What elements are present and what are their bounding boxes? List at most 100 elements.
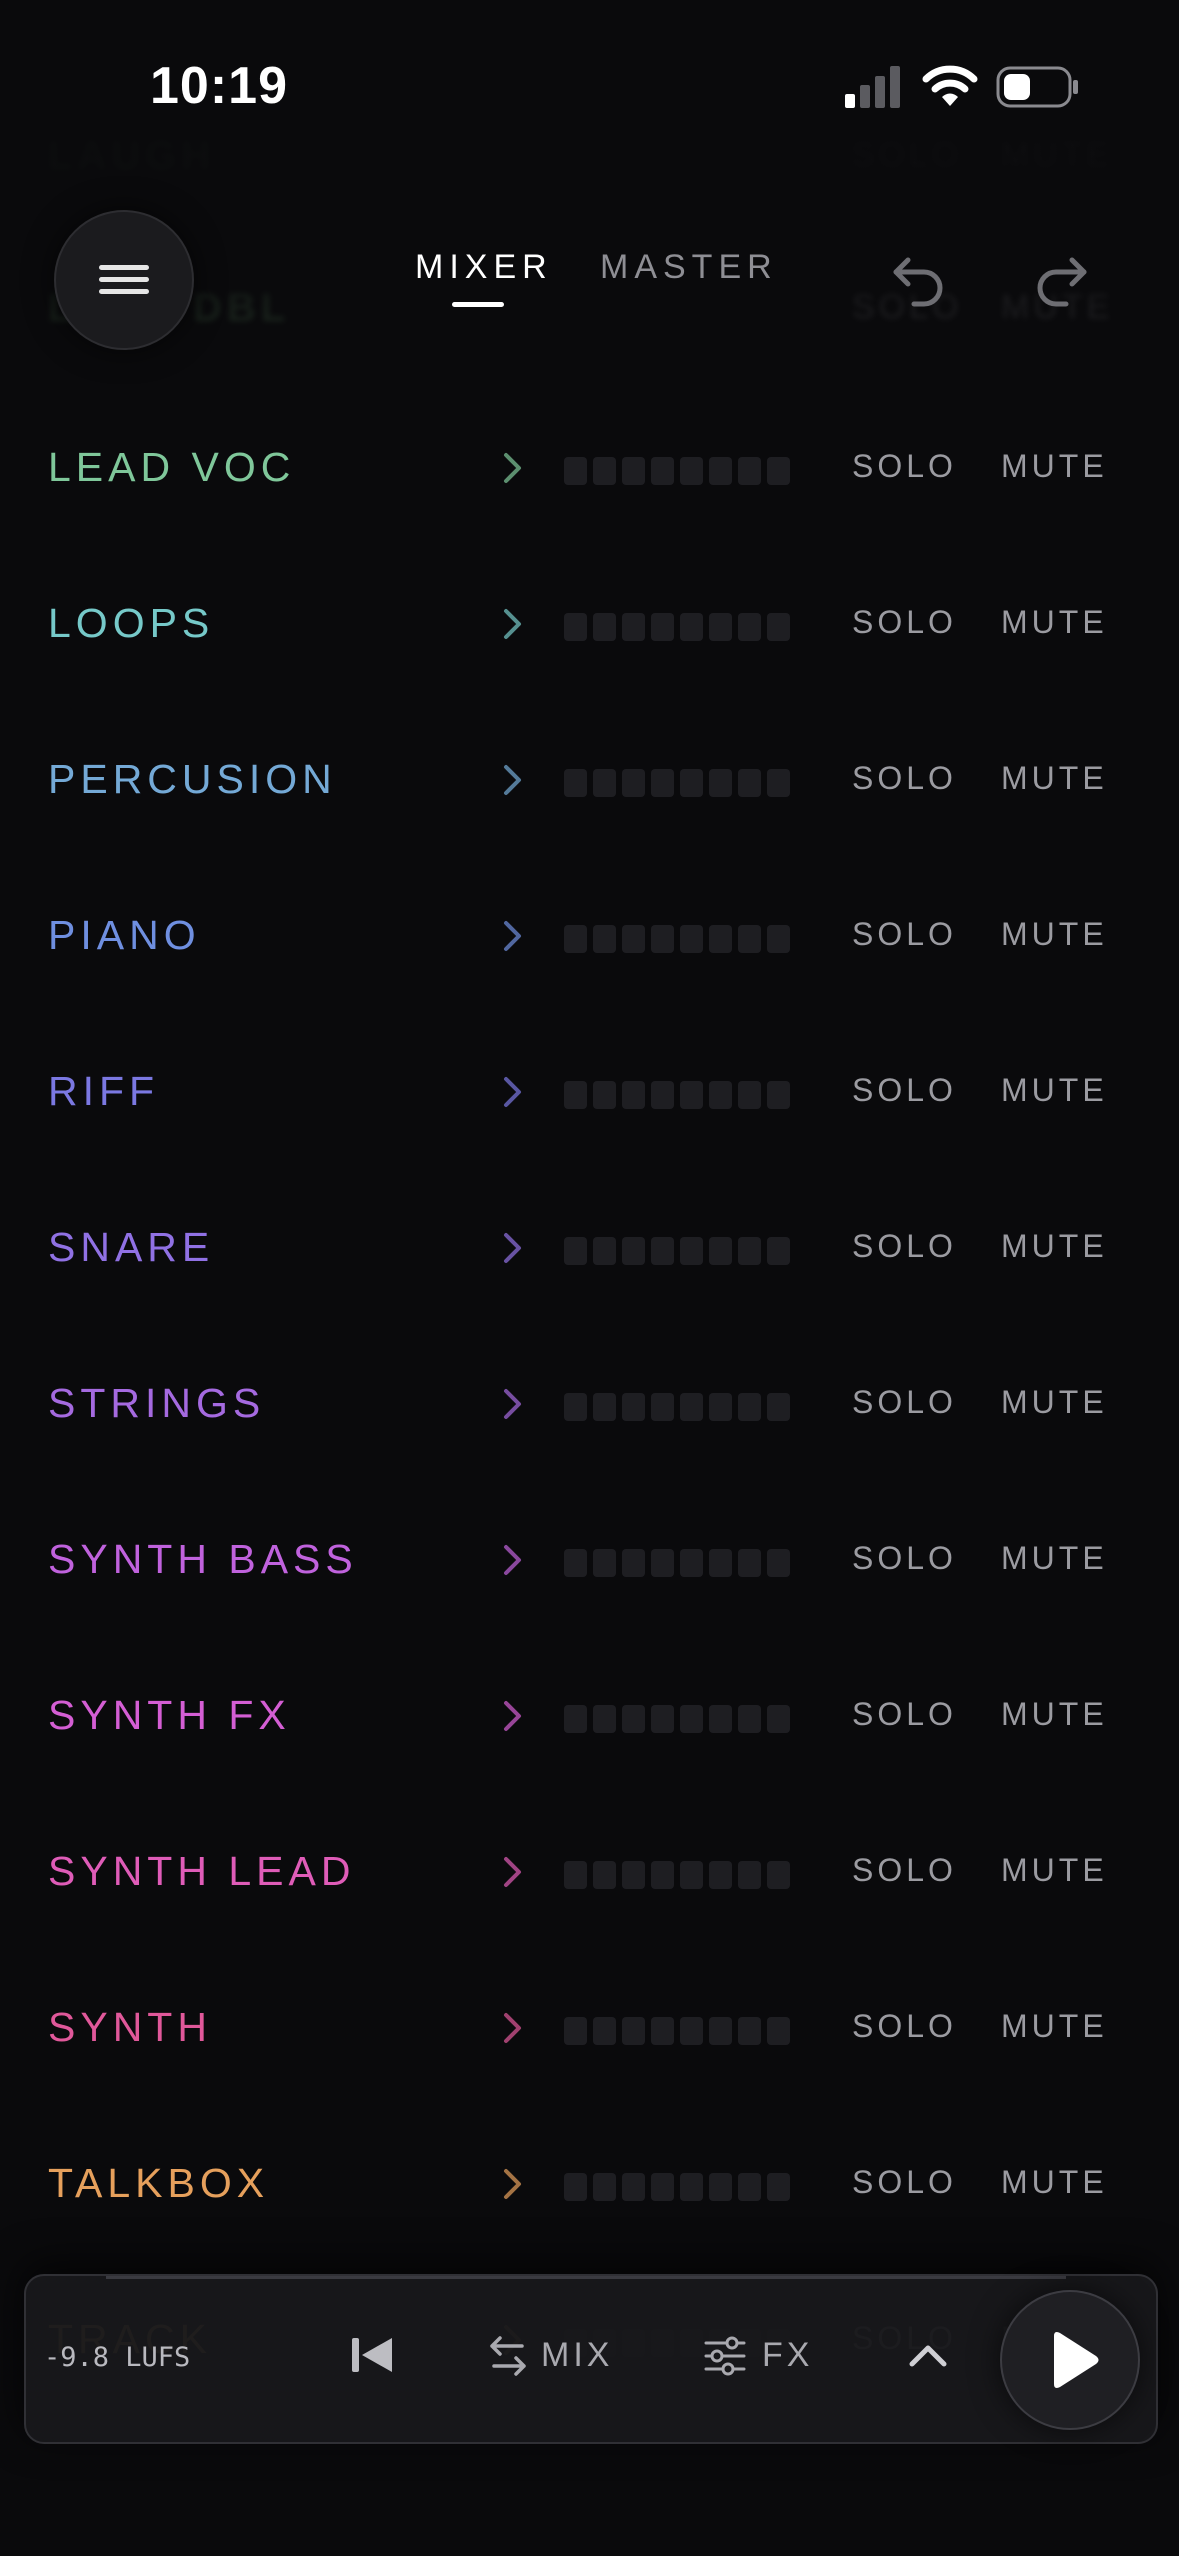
chevron-right-icon[interactable] — [500, 762, 526, 798]
mute-button[interactable]: MUTE — [1001, 1696, 1108, 1733]
chevron-right-icon[interactable] — [500, 450, 526, 486]
meter-segment — [738, 1549, 761, 1577]
meter-segment — [767, 2173, 790, 2201]
meter-segment — [738, 1081, 761, 1109]
track-name[interactable]: SYNTH — [48, 2004, 212, 2051]
menu-button[interactable] — [54, 210, 194, 350]
track-row[interactable]: STRINGS SOLO MUTE — [0, 1326, 1179, 1482]
meter-segment — [767, 1081, 790, 1109]
solo-button[interactable]: SOLO — [852, 1228, 957, 1265]
meter-segment — [651, 2173, 674, 2201]
meter-segment — [651, 769, 674, 797]
track-name[interactable]: PIANO — [48, 912, 201, 959]
track-name[interactable]: TALKBOX — [48, 2160, 269, 2207]
track-row[interactable]: SYNTH SOLO MUTE — [0, 1950, 1179, 2106]
solo-button[interactable]: SOLO — [852, 1072, 957, 1109]
mute-button[interactable]: MUTE — [1001, 760, 1108, 797]
solo-button[interactable]: SOLO — [852, 604, 957, 641]
sliders-icon — [704, 2336, 746, 2376]
mute-button[interactable]: MUTE — [1001, 448, 1108, 485]
meter-segment — [767, 1705, 790, 1733]
mix-button[interactable] — [486, 2334, 530, 2383]
level-meter — [564, 613, 790, 641]
mute-button[interactable]: MUTE — [1001, 604, 1108, 641]
chevron-right-icon[interactable] — [500, 918, 526, 954]
mute-button[interactable]: MUTE — [1001, 1228, 1108, 1265]
track-name[interactable]: SYNTH FX — [48, 1692, 291, 1739]
playhead-track[interactable] — [106, 2276, 1066, 2279]
skip-back-button[interactable] — [348, 2330, 398, 2385]
solo-button[interactable]: SOLO — [852, 2164, 957, 2201]
track-row[interactable]: SYNTH BASS SOLO MUTE — [0, 1482, 1179, 1638]
expand-button[interactable] — [908, 2338, 948, 2379]
meter-segment — [680, 1393, 703, 1421]
track-name[interactable]: PERCUSION — [48, 756, 337, 803]
chevron-right-icon[interactable] — [500, 606, 526, 642]
meter-segment — [622, 925, 645, 953]
solo-button[interactable]: SOLO — [852, 2008, 957, 2045]
meter-segment — [709, 1549, 732, 1577]
track-row[interactable]: SYNTH FX SOLO MUTE — [0, 1638, 1179, 1794]
solo-button[interactable]: SOLO — [852, 1384, 957, 1421]
track-name[interactable]: STRINGS — [48, 1380, 265, 1427]
solo-button[interactable]: SOLO — [852, 448, 957, 485]
chevron-right-icon[interactable] — [500, 2010, 526, 2046]
meter-segment — [651, 2017, 674, 2045]
mute-button[interactable]: MUTE — [1001, 1072, 1108, 1109]
chevron-right-icon[interactable] — [500, 2166, 526, 2202]
track-name[interactable]: LEAD VOC — [48, 444, 295, 491]
track-name[interactable]: SYNTH BASS — [48, 1536, 358, 1583]
track-row[interactable]: SNARE SOLO MUTE — [0, 1170, 1179, 1326]
chevron-right-icon[interactable] — [500, 1074, 526, 1110]
mute-button[interactable]: MUTE — [1001, 2008, 1108, 2045]
mute-button[interactable]: MUTE — [1001, 1540, 1108, 1577]
track-row[interactable]: PERCUSION SOLO MUTE — [0, 702, 1179, 858]
solo-button[interactable]: SOLO — [852, 1696, 957, 1733]
track-name[interactable]: SNARE — [48, 1224, 214, 1271]
meter-segment — [622, 1393, 645, 1421]
meter-segment — [622, 1237, 645, 1265]
solo-button[interactable]: SOLO — [852, 916, 957, 953]
meter-segment — [709, 925, 732, 953]
meter-segment — [680, 769, 703, 797]
track-row[interactable]: TALKBOX SOLO MUTE — [0, 2106, 1179, 2262]
chevron-right-icon[interactable] — [500, 1230, 526, 1266]
mute-button[interactable]: MUTE — [1001, 2164, 1108, 2201]
mute-button[interactable]: MUTE — [1001, 916, 1108, 953]
tab-master[interactable]: MASTER — [600, 248, 778, 287]
level-meter — [564, 1705, 790, 1733]
redo-icon — [1037, 257, 1087, 307]
track-row[interactable]: SYNTH LEAD SOLO MUTE — [0, 1794, 1179, 1950]
mute-button[interactable]: MUTE — [1001, 1852, 1108, 1889]
track-row[interactable]: PIANO SOLO MUTE — [0, 858, 1179, 1014]
fx-button[interactable] — [704, 2336, 746, 2381]
track-name[interactable]: SYNTH LEAD — [48, 1848, 355, 1895]
track-name[interactable]: RIFF — [48, 1068, 159, 1115]
chevron-right-icon[interactable] — [500, 1698, 526, 1734]
mute-button[interactable]: MUTE — [1001, 1384, 1108, 1421]
chevron-right-icon[interactable] — [500, 1542, 526, 1578]
track-row[interactable]: LEAD VOC SOLO MUTE — [0, 390, 1179, 546]
solo-button[interactable]: SOLO — [852, 1852, 957, 1889]
chevron-up-icon — [909, 2345, 947, 2367]
mix-label[interactable]: MIX — [541, 2336, 613, 2375]
track-row[interactable]: LOOPS SOLO MUTE — [0, 546, 1179, 702]
level-meter — [564, 925, 790, 953]
meter-segment — [593, 457, 616, 485]
track-row[interactable]: RIFF SOLO MUTE — [0, 1014, 1179, 1170]
meter-segment — [593, 925, 616, 953]
undo-button[interactable] — [890, 248, 950, 308]
solo-button[interactable]: SOLO — [852, 760, 957, 797]
fx-label[interactable]: FX — [762, 2336, 813, 2375]
meter-segment — [622, 2017, 645, 2045]
track-name[interactable]: LOOPS — [48, 600, 214, 647]
solo-button[interactable]: SOLO — [852, 1540, 957, 1577]
tab-mixer[interactable]: MIXER — [415, 248, 553, 287]
chevron-right-icon[interactable] — [500, 1386, 526, 1422]
meter-segment — [709, 1081, 732, 1109]
meter-segment — [738, 2173, 761, 2201]
meter-segment — [767, 1393, 790, 1421]
redo-button[interactable] — [1030, 248, 1090, 308]
play-button[interactable] — [1000, 2290, 1140, 2430]
chevron-right-icon[interactable] — [500, 1854, 526, 1890]
